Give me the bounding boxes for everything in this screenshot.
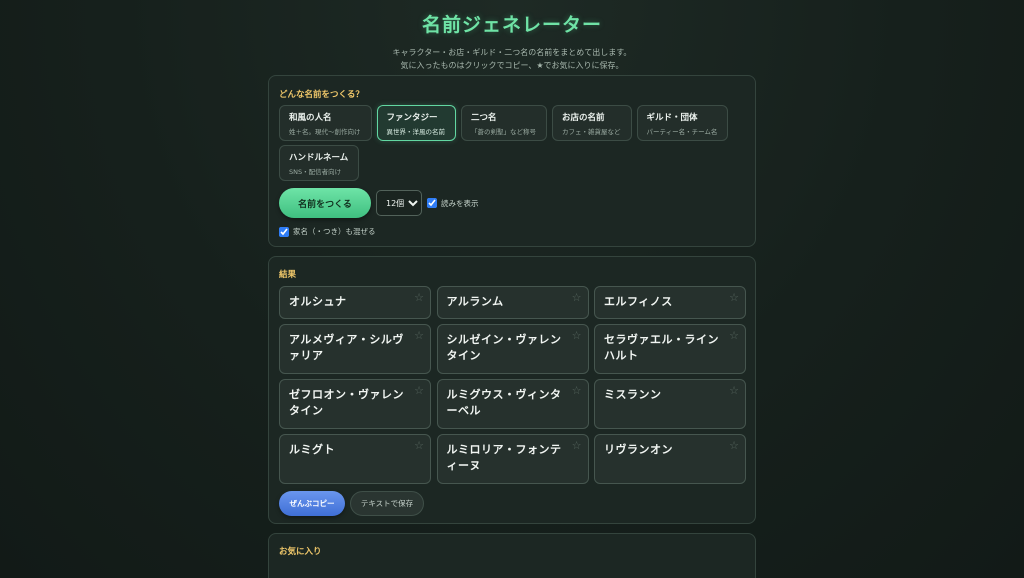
category-option[interactable]: ハンドルネーム SNS・配信者向け bbox=[279, 145, 360, 181]
name-result-card[interactable]: ゼフロオン・ヴァレンタイン ☆ bbox=[279, 379, 431, 429]
name-result-text: ゼフロオン・ヴァレンタイン bbox=[289, 388, 404, 417]
results-actions: ぜんぶコピー テキストで保存 bbox=[279, 491, 424, 516]
category-list: 和風の人名 姓＋名。現代〜創作向け ファンタジー 異世界・洋風の名前 二つ名 「蒼の剣聖」… bbox=[279, 105, 749, 181]
category-description: 姓＋名。現代〜創作向け bbox=[289, 128, 361, 136]
name-result-card[interactable]: ルミグウス・ヴィンターベル ☆ bbox=[436, 379, 589, 429]
name-result-text: リヴランオン bbox=[604, 443, 673, 456]
category-option[interactable]: 二つ名「蒼の剣聖」など称号 bbox=[461, 105, 547, 141]
favorite-star-icon[interactable]: ☆ bbox=[729, 384, 739, 397]
name-result-text: エルフィノス bbox=[604, 295, 673, 308]
favorites-panel: お気に入り bbox=[268, 533, 756, 578]
name-result-text: ルミグト bbox=[289, 443, 335, 456]
name-result-text: シルゼイン・ヴァレンタイン bbox=[446, 333, 562, 362]
category-name: 二つ名 bbox=[471, 113, 497, 123]
results-panel: 結果 オルシュナ ☆ アルランム ☆ エルフィノス ☆ アルメヴィア・シルヴァリア ☆ シルゼイ… bbox=[268, 256, 756, 524]
category-option[interactable]: お店の名前カフェ・雑貨屋など bbox=[552, 105, 632, 141]
category-name: ファンタジー bbox=[386, 113, 438, 123]
favorite-star-icon[interactable]: ☆ bbox=[572, 291, 582, 304]
favorite-star-icon[interactable]: ☆ bbox=[414, 291, 424, 304]
name-result-text: ミスランン bbox=[604, 388, 662, 401]
favorite-star-icon[interactable]: ☆ bbox=[729, 439, 739, 452]
favorite-star-icon[interactable]: ☆ bbox=[729, 329, 739, 342]
mix-family-checkbox[interactable] bbox=[279, 226, 289, 237]
name-result-text: ルミロリア・フォンティーヌ bbox=[446, 443, 562, 472]
mix-family-toggle[interactable]: 家名（・つき）も混ぜる bbox=[279, 226, 376, 237]
category-option[interactable]: ファンタジー 異世界・洋風の名前 bbox=[376, 105, 456, 141]
subtitle-line-2: 気に入ったものはクリックでコピー、★でお気に入りに保存。 bbox=[400, 61, 624, 70]
category-name: ギルド・団体 bbox=[646, 113, 698, 123]
name-result-text: セラヴァエル・ラインハルト bbox=[604, 333, 719, 362]
category-name: お店の名前 bbox=[562, 113, 605, 123]
generator-controls: 名前をつくる 12個 読みを表示 bbox=[279, 188, 479, 218]
category-description: 「蒼の剣聖」など称号 bbox=[471, 128, 536, 136]
name-result-card[interactable]: シルゼイン・ヴァレンタイン ☆ bbox=[436, 324, 589, 374]
mix-family-label: 家名（・つき）も混ぜる bbox=[293, 227, 376, 236]
name-result-card[interactable]: ルミロリア・フォンティーヌ ☆ bbox=[436, 434, 589, 484]
category-description: 異世界・洋風の名前 bbox=[386, 128, 446, 136]
generator-section-title: どんな名前をつくる？ bbox=[279, 90, 364, 100]
results-section-title: 結果 bbox=[279, 270, 297, 280]
favorite-star-icon[interactable]: ☆ bbox=[729, 291, 739, 304]
category-name: ハンドルネーム bbox=[289, 153, 349, 163]
page-subtitle: キャラクター・お店・ギルド・二つ名の名前をまとめて出します。 気に入ったものはク… bbox=[0, 46, 1024, 72]
category-description: パーティー名・チーム名 bbox=[646, 128, 718, 136]
name-result-text: アルメヴィア・シルヴァリア bbox=[289, 333, 404, 362]
favorite-star-icon[interactable]: ☆ bbox=[414, 439, 424, 452]
favorite-star-icon[interactable]: ☆ bbox=[414, 329, 424, 342]
name-result-card[interactable]: セラヴァエル・ラインハルト ☆ bbox=[594, 324, 746, 374]
name-result-card[interactable]: エルフィノス ☆ bbox=[594, 286, 746, 319]
generate-button[interactable]: 名前をつくる bbox=[279, 188, 371, 218]
category-option[interactable]: 和風の人名姓＋名。現代〜創作向け bbox=[279, 105, 372, 141]
show-reading-toggle[interactable]: 読みを表示 bbox=[427, 198, 479, 209]
favorite-star-icon[interactable]: ☆ bbox=[414, 384, 424, 397]
count-select[interactable]: 12個 bbox=[376, 190, 422, 216]
favorites-section-title: お気に入り bbox=[279, 547, 322, 557]
subtitle-line-1: キャラクター・お店・ギルド・二つ名の名前をまとめて出します。 bbox=[392, 48, 632, 57]
results-grid: オルシュナ ☆ アルランム ☆ エルフィノス ☆ アルメヴィア・シルヴァリア ☆ シルゼイン・ヴ… bbox=[279, 286, 746, 484]
name-result-card[interactable]: アルランム ☆ bbox=[436, 286, 589, 319]
name-result-text: オルシュナ bbox=[289, 295, 347, 308]
category-option[interactable]: ギルド・団体パーティー名・チーム名 bbox=[636, 105, 729, 141]
app-header: 名前ジェネレーター キャラクター・お店・ギルド・二つ名の名前をまとめて出します。… bbox=[0, 10, 1024, 72]
page-title: 名前ジェネレーター bbox=[421, 14, 602, 36]
favorite-star-icon[interactable]: ☆ bbox=[572, 439, 582, 452]
generator-panel: どんな名前をつくる？ 和風の人名 姓＋名。現代〜創作向け ファンタジー 異世界・洋風の… bbox=[268, 75, 756, 247]
name-result-card[interactable]: オルシュナ ☆ bbox=[279, 286, 431, 319]
category-name: 和風の人名 bbox=[289, 113, 332, 123]
name-result-card[interactable]: ルミグト ☆ bbox=[279, 434, 431, 484]
name-result-text: アルランム bbox=[446, 295, 504, 308]
name-result-text: ルミグウス・ヴィンターベル bbox=[446, 388, 562, 417]
name-result-card[interactable]: ミスランン ☆ bbox=[594, 379, 746, 429]
save-text-button[interactable]: テキストで保存 bbox=[350, 491, 424, 516]
name-result-card[interactable]: アルメヴィア・シルヴァリア ☆ bbox=[279, 324, 431, 374]
category-description: SNS・配信者向け bbox=[289, 168, 342, 176]
show-reading-label: 読みを表示 bbox=[441, 198, 479, 208]
category-description: カフェ・雑貨屋など bbox=[562, 128, 621, 136]
show-reading-checkbox[interactable] bbox=[427, 198, 437, 208]
favorite-star-icon[interactable]: ☆ bbox=[572, 384, 582, 397]
name-result-card[interactable]: リヴランオン ☆ bbox=[594, 434, 746, 484]
copy-all-button[interactable]: ぜんぶコピー bbox=[279, 491, 345, 516]
favorite-star-icon[interactable]: ☆ bbox=[572, 329, 582, 342]
